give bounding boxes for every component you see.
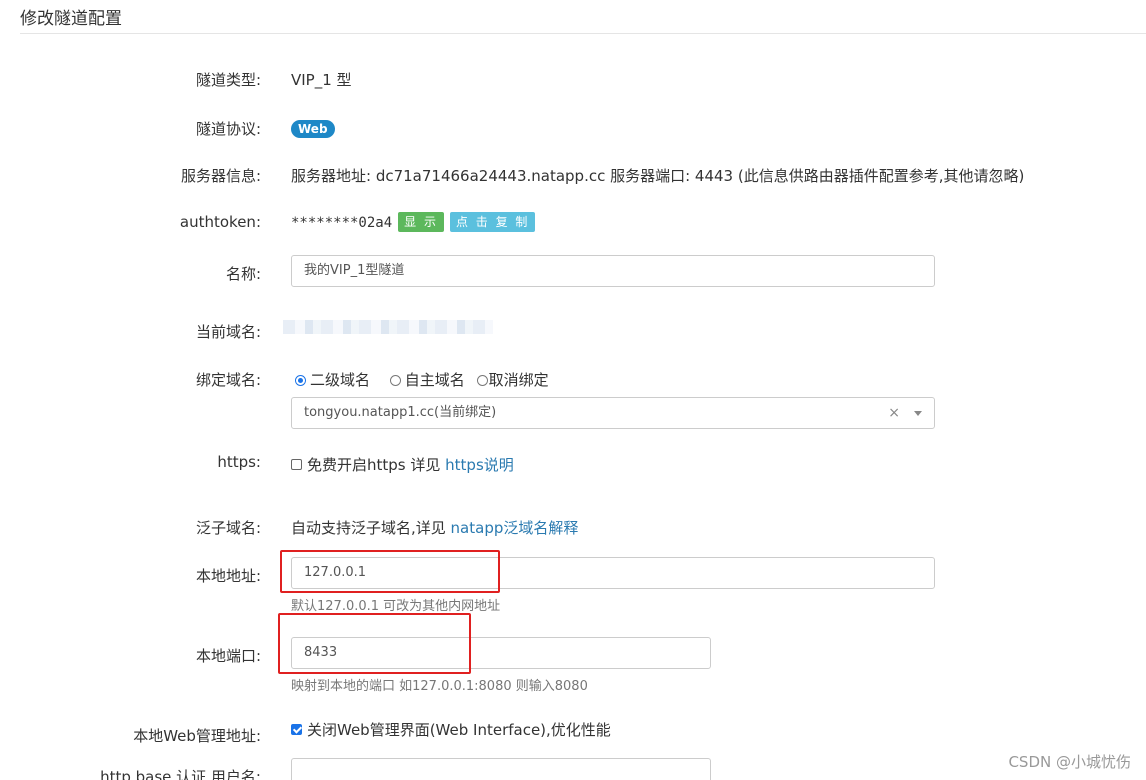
https-checkbox[interactable] xyxy=(291,459,302,470)
show-token-button[interactable]: 显 示 xyxy=(398,212,444,232)
highlight-box-port xyxy=(278,613,471,674)
server-info-value: 服务器地址: dc71a71466a24443.natapp.cc 服务器端口:… xyxy=(291,167,1025,185)
web-admin-checkbox[interactable] xyxy=(291,724,302,735)
watermark: CSDN @小城忧伤 xyxy=(1008,753,1131,771)
bind-domain-radio-group: 二级域名 自主域名 取消绑定 xyxy=(295,369,564,390)
radio-option-unbind[interactable]: 取消绑定 xyxy=(476,369,549,390)
radio-button[interactable] xyxy=(295,375,306,386)
https-doc-link[interactable]: https说明 xyxy=(445,456,514,474)
wildcard-text: 自动支持泛子域名,详见 xyxy=(291,519,451,537)
tunnel-protocol-value: Web xyxy=(291,119,335,138)
web-admin-label: 本地Web管理地址: xyxy=(133,727,261,745)
tunnel-protocol-label: 隧道协议: xyxy=(195,120,261,138)
name-label: 名称: xyxy=(225,265,261,283)
protocol-badge: Web xyxy=(291,120,335,138)
web-admin-row: 关闭Web管理界面(Web Interface),优化性能 xyxy=(291,719,611,740)
local-port-help: 映射到本地的端口 如127.0.0.1:8080 则输入8080 xyxy=(291,679,588,694)
tunnel-config-page: 修改隧道配置 隧道类型: VIP_1 型 隧道协议: Web 服务器信息: 服务… xyxy=(0,0,1146,780)
page-title: 修改隧道配置 xyxy=(20,9,122,29)
wildcard-doc-link[interactable]: natapp泛域名解释 xyxy=(451,519,579,537)
wildcard-row: 自动支持泛子域名,详见 natapp泛域名解释 xyxy=(291,517,578,538)
tunnel-type-value: VIP_1 型 xyxy=(291,71,352,89)
radio-option-custom-domain[interactable]: 自主域名 xyxy=(389,369,465,390)
radio-option-subdomain[interactable]: 二级域名 xyxy=(295,369,370,390)
http-auth-user-label: http base 认证 用户名: xyxy=(100,768,261,780)
current-domain-label: 当前域名: xyxy=(195,323,261,341)
authtoken-row: ********02a4 显 示点 击 复 制 xyxy=(291,212,536,232)
copy-token-button[interactable]: 点 击 复 制 xyxy=(449,212,536,232)
https-label: https: xyxy=(217,453,261,471)
domain-select-value: tongyou.natapp1.cc(当前绑定) xyxy=(304,405,497,420)
https-row: 免费开启https 详见 https说明 xyxy=(291,454,514,475)
radio-button[interactable] xyxy=(389,375,401,386)
local-port-label: 本地端口: xyxy=(195,647,261,665)
radio-button[interactable] xyxy=(476,375,488,386)
title-divider xyxy=(20,33,1146,34)
current-domain-redacted xyxy=(283,320,493,334)
http-auth-user-input[interactable] xyxy=(291,758,711,780)
web-admin-text: 关闭Web管理界面(Web Interface),优化性能 xyxy=(307,721,611,739)
bind-domain-label: 绑定域名: xyxy=(195,371,261,389)
clear-icon[interactable]: × xyxy=(888,398,900,428)
domain-select[interactable]: tongyou.natapp1.cc(当前绑定) × xyxy=(291,397,935,429)
wildcard-label: 泛子域名: xyxy=(195,519,261,537)
name-input[interactable]: 我的VIP_1型隧道 xyxy=(291,255,935,287)
authtoken-label: authtoken: xyxy=(179,213,261,231)
https-text: 免费开启https 详见 xyxy=(307,456,446,474)
server-info-label: 服务器信息: xyxy=(180,167,261,185)
local-address-help: 默认127.0.0.1 可改为其他内网地址 xyxy=(291,599,501,614)
chevron-down-icon[interactable] xyxy=(914,411,922,416)
tunnel-type-label: 隧道类型: xyxy=(195,71,261,89)
highlight-box-address xyxy=(280,550,500,593)
local-address-label: 本地地址: xyxy=(195,567,261,585)
authtoken-masked: ********02a4 xyxy=(291,215,393,231)
